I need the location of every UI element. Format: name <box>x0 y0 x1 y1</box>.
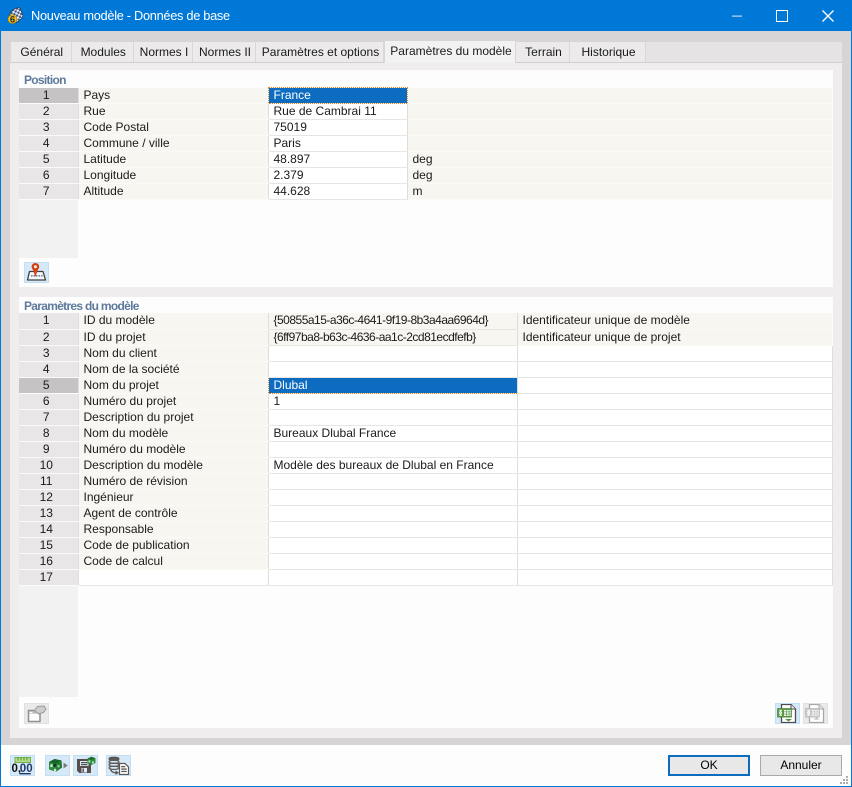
svg-text:6: 6 <box>10 15 15 25</box>
